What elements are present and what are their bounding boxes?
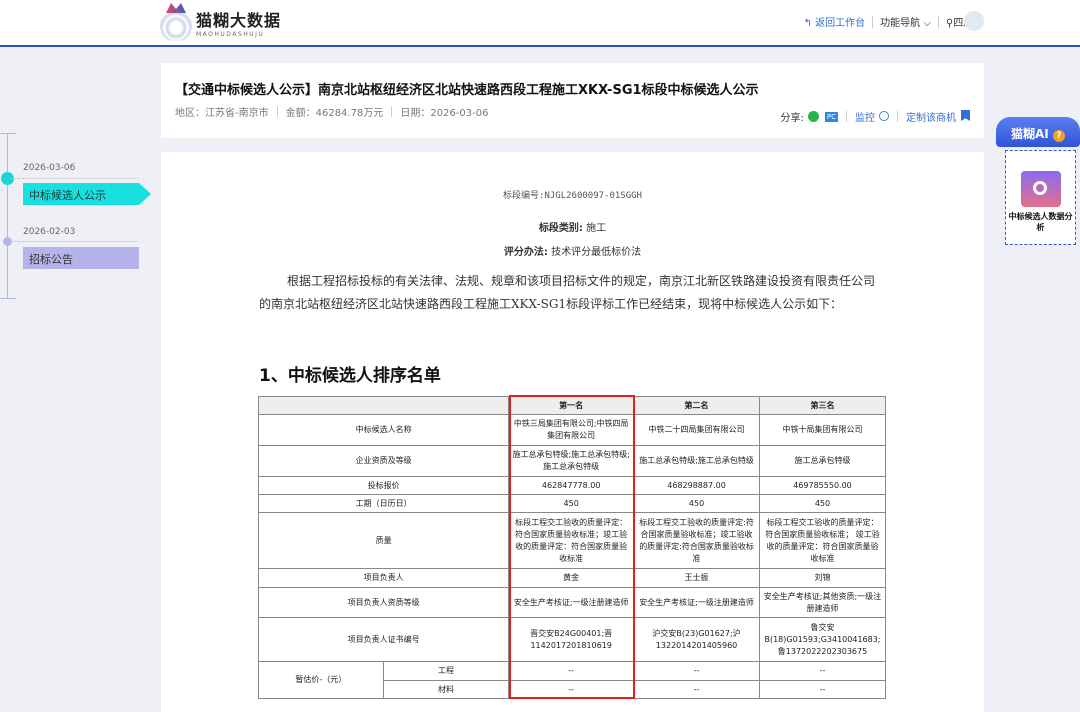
top-bar: 猫糊大数据MAOHUDASHUJU ↰ 返回工作台 功能导航 ⌵ ⚲四川 ⌵ [0, 0, 1080, 47]
method-value: 技术评分最低标价法 [551, 247, 642, 258]
back-to-workspace-link[interactable]: ↰ 返回工作台 [804, 14, 866, 29]
ai-analysis-card[interactable]: 中标候选人数据分析 [1005, 150, 1076, 245]
category-value: 施工 [586, 223, 607, 234]
row-label: 项目负责人资质等级 [257, 587, 510, 618]
cell: 468298887.00 [633, 476, 760, 495]
table-header-row: 第一名 第二名 第三名 [257, 396, 887, 415]
intro-paragraph: 根据工程招标投标的有关法律、法规、规章和该项目招标文件的规定，南京江北新区铁路建… [259, 274, 876, 311]
cell: 鲁交安B(18)G01593;G3410041683;鲁137202220230… [758, 617, 887, 662]
timeline-date: 2026-03-06 [23, 163, 76, 173]
ai-card-label: 中标候选人数据分析 [1008, 212, 1073, 232]
cell: 施工总承包特级;施工总承包特级 [633, 445, 760, 477]
timeline-item-tender-notice[interactable]: 招标公告 [23, 247, 139, 269]
cell: 469785550.00 [758, 476, 887, 495]
logo-name: 猫糊大数据 [196, 10, 282, 30]
cell: 标段工程交工验收的质量评定：符合国家质量验收标准； 竣工验收的质量评定：符合国家… [758, 512, 887, 569]
cell: 施工总承包特级;施工总承包特级;施工总承包特级 [508, 445, 635, 477]
cell: 安全生产考核证;一级注册建造师 [633, 587, 760, 618]
cell: 王士振 [633, 568, 760, 588]
timeline-divider [10, 241, 138, 242]
cell: 沪交安B(23)G01627;沪1322014201405960 [633, 617, 760, 662]
notice-date: 日期：2026-03-06 [400, 108, 489, 119]
timeline-cap [0, 133, 16, 134]
logo[interactable]: 猫糊大数据 MAOHUDASHUJU [160, 3, 281, 41]
section-heading: 1、中标候选人排序名单 [259, 366, 441, 386]
table-row: 投标报价 462847778.00 468298887.00 469785550.00 [257, 476, 887, 495]
header-second: 第二名 [633, 396, 760, 415]
logo-subtitle: MAOHUDASHUJU [196, 30, 265, 38]
table-row: 工期（日历日） 450 450 450 [257, 494, 887, 513]
ai-panel[interactable]: 猫糊AI ? 中标候选人数据分析 [996, 117, 1080, 247]
cell: 晋交安B24G00401;晋1142017201810619 [508, 617, 635, 662]
cell: 中铁十局集团有限公司 [758, 414, 887, 446]
table-row: 企业资质及等级 施工总承包特级;施工总承包特级;施工总承包特级 施工总承包特级;施工… [257, 445, 887, 477]
monitor-button[interactable]: 监控 [855, 109, 889, 124]
notice-area: 地区：江苏省-南京市 [175, 108, 269, 119]
share-label: 分享: [780, 113, 804, 124]
notice-amount: 金额：46284.78万元 [285, 108, 384, 119]
customize-opportunity-button[interactable]: 定制该商机 [906, 109, 970, 124]
row-label: 项目负责人 [257, 568, 510, 588]
row-label: 中标候选人名称 [257, 414, 510, 446]
help-icon[interactable]: ? [1052, 130, 1065, 142]
ai-title: 猫糊AI [1011, 127, 1049, 141]
row-label: 投标报价 [257, 476, 510, 495]
notice-header-card: 【交通中标候选人公示】南京北站枢纽经济区北站快速路西段工程施工XKX-SG1标段… [161, 63, 984, 138]
cell: 标段工程交工验收的质量评定：符合国家质量验收标准；竣工验收的质量评定：符合国家质… [508, 512, 635, 569]
row-label: 工期（日历日） [257, 494, 510, 513]
table-row: 中标候选人名称 中铁三局集团有限公司;中铁四局集团有限公司 中铁二十四局集团有限公司… [257, 414, 887, 446]
row-label: 项目负责人证书编号 [257, 617, 510, 662]
document-body: 标段编号:NJGL2600097-01SGGH 标段类别: 施工 评分办法: 技… [161, 152, 984, 712]
table-row: 质量 标段工程交工验收的质量评定：符合国家质量验收标准；竣工验收的质量评定：符合国… [257, 512, 887, 569]
candidate-table: 第一名 第二名 第三名 中标候选人名称 中铁三局集团有限公司;中铁四局集团有限公司 中铁… [257, 396, 887, 699]
avatar[interactable] [964, 11, 984, 31]
wechat-share-icon[interactable] [807, 111, 819, 122]
folder-target-icon [1020, 171, 1061, 207]
notice-title: 【交通中标候选人公示】南京北站枢纽经济区北站快速路西段工程施工XKX-SG1标段… [175, 83, 759, 98]
cell: 450 [633, 494, 760, 513]
section-code: 标段编号:NJGL2600097-01SGGH [503, 191, 642, 201]
table-row: 项目负责人 黄金 王士振 刘锦 [257, 568, 887, 588]
cell: 施工总承包特级 [758, 445, 887, 477]
cell: 安全生产考核证;一级注册建造师 [508, 587, 635, 618]
row-label: 企业资质及等级 [257, 445, 510, 477]
timeline-line [7, 133, 8, 298]
timeline-item-candidate-notice[interactable]: 中标候选人公示 [23, 183, 151, 205]
row-label: 质量 [257, 512, 510, 569]
cell: 黄金 [508, 568, 635, 588]
pc-share-icon[interactable]: PC [824, 111, 838, 122]
cell: 450 [508, 494, 635, 513]
table-row: 项目负责人资质等级 安全生产考核证;一级注册建造师 安全生产考核证;一级注册建造师安… [257, 587, 887, 618]
category-label: 标段类别: [538, 223, 583, 234]
method-label: 评分办法: [503, 247, 548, 258]
timeline-date: 2026-02-03 [23, 227, 76, 237]
monitor-icon [879, 111, 889, 121]
timeline-cap [0, 298, 16, 299]
logo-icon [160, 3, 192, 41]
cell: 462847778.00 [508, 476, 635, 495]
table-row: 暂估价-（元） 工程 -- -- -- [258, 661, 887, 699]
timeline-divider [10, 178, 138, 179]
bookmark-icon [961, 110, 970, 121]
cell: 中铁三局集团有限公司;中铁四局集团有限公司 [508, 414, 635, 446]
header-third: 第三名 [758, 396, 887, 415]
cell: 中铁二十四局集团有限公司 [633, 414, 760, 446]
function-nav-dropdown[interactable]: 功能导航 ⌵ [880, 14, 931, 29]
cell: 刘锦 [758, 568, 887, 588]
table-row: 项目负责人证书编号 晋交安B24G00401;晋1142017201810619 沪… [257, 617, 887, 662]
header-first: 第一名 [508, 396, 635, 415]
cell: 450 [758, 494, 887, 513]
cell: 安全生产考核证;其他资质;一级注册建造师 [758, 587, 887, 618]
cell: 标段工程交工验收的质量评定:符合国家质量验收标准；竣工验收的质量评定:符合国家质… [633, 512, 760, 569]
